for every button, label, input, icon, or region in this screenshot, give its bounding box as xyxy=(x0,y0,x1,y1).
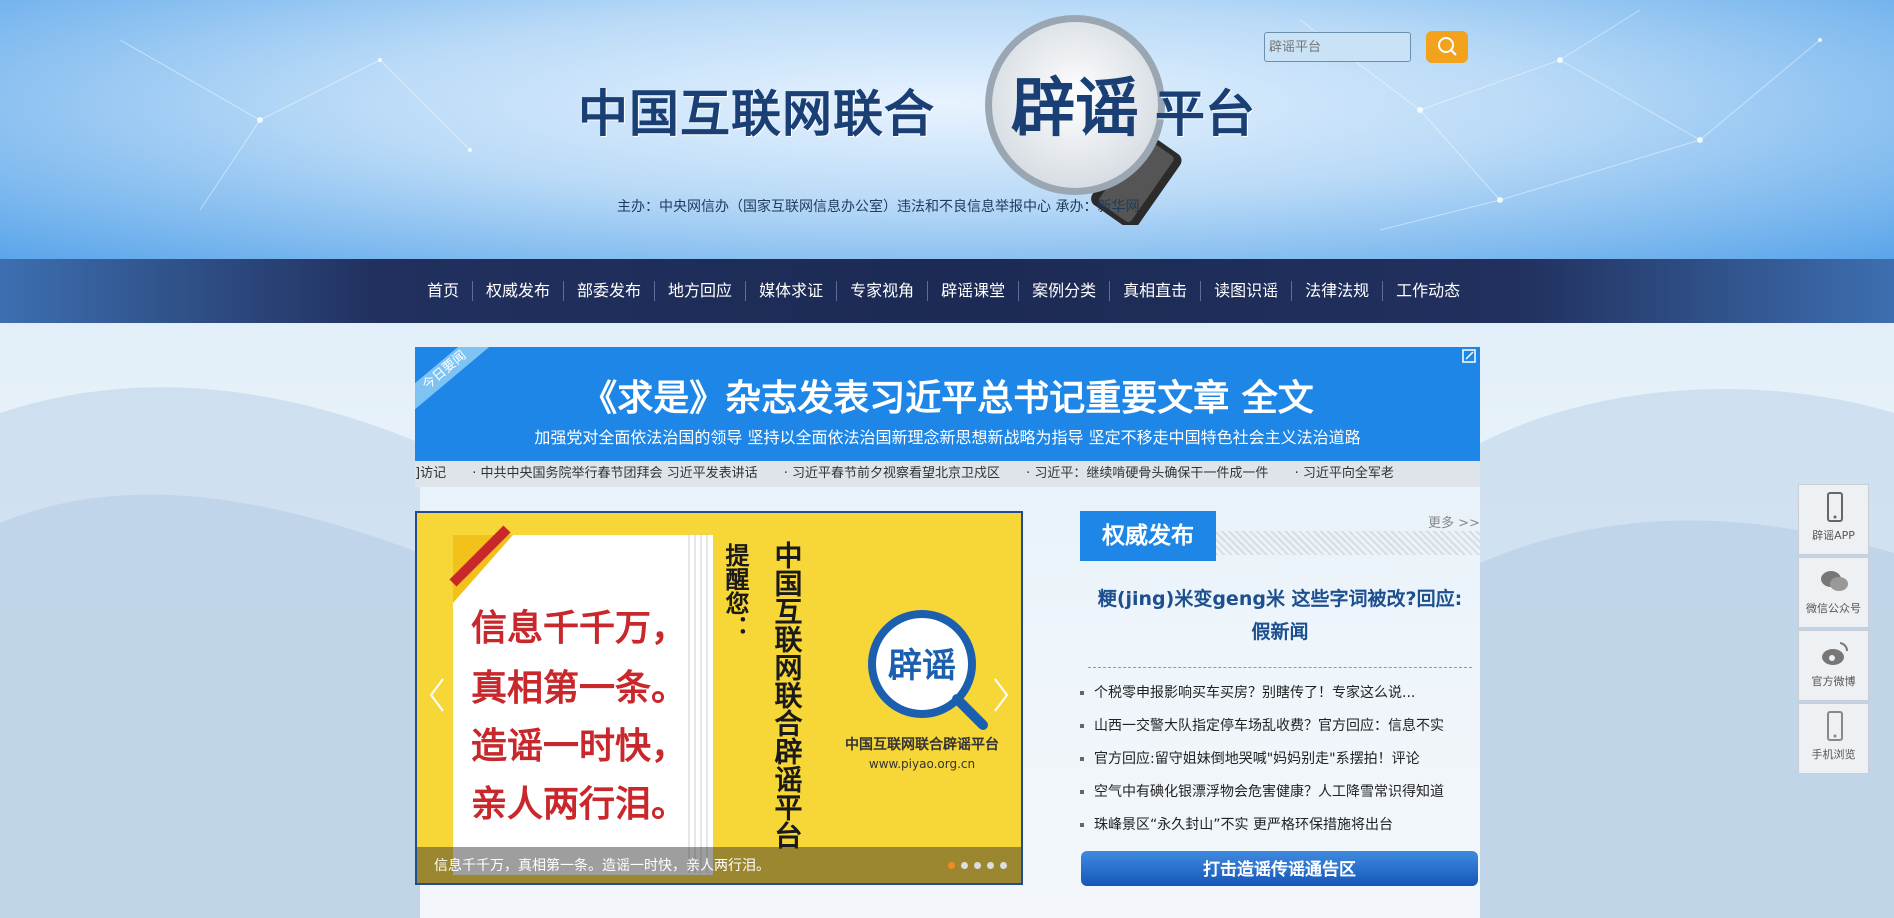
authority-tab[interactable]: 权威发布 xyxy=(1080,511,1216,561)
image-slider[interactable]: 信息千千万， 真相第一条。 造谣一时快， 亲人两行泪。 提醒您： 中国互联网联合… xyxy=(415,511,1023,885)
divider xyxy=(1088,667,1472,668)
network-background xyxy=(119,9,1822,231)
news-list: 个税零申报影响买车买房？别瞎传了！专家这么说... 山西一交警大队指定停车场乱收… xyxy=(1080,682,1480,847)
weibo-icon xyxy=(1821,642,1848,665)
phone-icon xyxy=(1826,492,1843,522)
side-tool-label: 官方微博 xyxy=(1811,675,1856,688)
nav-item-experts[interactable]: 专家视角 xyxy=(837,281,929,301)
poster-line: 造谣一时快， xyxy=(471,726,687,767)
logo-text-mid: 辟谣 xyxy=(1011,72,1139,146)
mobile-icon xyxy=(1826,711,1843,741)
ticker-item[interactable]: · 习近平春节前夕视察看望北京卫戍区 xyxy=(784,466,1000,481)
slider-next-arrow-icon[interactable] xyxy=(989,673,1013,717)
slider-dot[interactable] xyxy=(1000,862,1007,869)
list-item[interactable]: 珠峰景区“永久封山”不实 更严格环保措施将出台 xyxy=(1080,814,1480,847)
poster-line: 亲人两行泪。 xyxy=(471,784,687,825)
poster-line: 信息千千万， xyxy=(471,608,687,649)
feature-headline[interactable]: 粳(jing)米变geng米 这些字词被改?回应: 假新闻 xyxy=(1088,583,1472,649)
poster-line: 真相第一条。 xyxy=(471,668,687,709)
news-ticker: ]访记 · 中共中央国务院举行春节团拜会 习近平发表讲话 · 习近平春节前夕视察… xyxy=(415,461,1480,487)
nav-item-local[interactable]: 地方回应 xyxy=(655,281,747,301)
headline-title[interactable]: 《求是》杂志发表习近平总书记重要文章 全文 xyxy=(415,369,1480,421)
nav-item-law[interactable]: 法律法规 xyxy=(1292,281,1384,301)
slider-prev-arrow-icon[interactable] xyxy=(425,673,449,717)
nav-item-work[interactable]: 工作动态 xyxy=(1383,281,1473,301)
side-tool-wechat[interactable]: 微信公众号 xyxy=(1798,557,1869,628)
logo-text-right: 平台 xyxy=(1155,85,1255,143)
side-tool-app[interactable]: 辟谣APP xyxy=(1798,484,1869,555)
slider-dots xyxy=(948,862,1007,869)
slider-dot[interactable] xyxy=(987,862,994,869)
ticker-item[interactable]: · 习近平：继续啃硬骨头确保干一件成一件 xyxy=(1026,466,1268,481)
poster-badge-url: www.piyao.org.cn xyxy=(869,757,975,771)
poster-badge-icon: 辟谣 xyxy=(888,646,956,686)
poster-badge-org: 中国互联网联合辟谣平台 xyxy=(845,736,999,753)
slider-dot[interactable] xyxy=(961,862,968,869)
main-nav: 首页 权威发布 部委发布 地方回应 媒体求证 专家视角 辟谣课堂 案例分类 真相… xyxy=(0,259,1894,323)
ticker-item[interactable]: · 习近平向全军老 xyxy=(1295,466,1394,481)
list-item[interactable]: 山西一交警大队指定停车场乱收费？官方回应：信息不实 xyxy=(1080,715,1480,748)
ticker-item[interactable]: ]访记 xyxy=(415,466,446,481)
slider-caption-bar: 信息千千万，真相第一条。造谣一时快，亲人两行泪。 xyxy=(417,847,1021,883)
poster-reminder: 提醒您： xyxy=(721,543,749,639)
list-item[interactable]: 空气中有碘化银漂浮物会危害健康？人工降雪常识得知道 xyxy=(1080,781,1480,814)
search-input[interactable] xyxy=(1264,32,1411,62)
search-button[interactable] xyxy=(1426,31,1468,63)
nav-item-ministries[interactable]: 部委发布 xyxy=(564,281,656,301)
authority-section-header: 权威发布 xyxy=(1080,511,1480,561)
slider-caption[interactable]: 信息千千万，真相第一条。造谣一时快，亲人两行泪。 xyxy=(434,855,770,875)
side-tool-label: 微信公众号 xyxy=(1806,602,1861,615)
list-item[interactable]: 个税零申报影响买车买房？别瞎传了！专家这么说... xyxy=(1080,682,1480,715)
nav-item-cases[interactable]: 案例分类 xyxy=(1019,281,1111,301)
nav-item-classroom[interactable]: 辟谣课堂 xyxy=(928,281,1020,301)
side-tool-label: 辟谣APP xyxy=(1812,529,1855,542)
slider-dot[interactable] xyxy=(974,862,981,869)
search-icon xyxy=(1438,36,1457,56)
more-link[interactable]: 更多 >> xyxy=(1428,512,1480,531)
wechat-icon xyxy=(1820,571,1848,591)
expand-icon[interactable] xyxy=(1462,349,1476,363)
nav-item-authority[interactable]: 权威发布 xyxy=(473,281,565,301)
logo-text-left: 中国互联网联合 xyxy=(578,85,935,143)
nav-item-media[interactable]: 媒体求证 xyxy=(746,281,838,301)
ticker-item[interactable]: · 中共中央国务院举行春节团拜会 习近平发表讲话 xyxy=(472,466,757,481)
section-stripes xyxy=(1216,531,1480,555)
slider-dot[interactable] xyxy=(948,862,955,869)
nav-item-pictures[interactable]: 读图识谣 xyxy=(1201,281,1293,301)
site-header: 中国互联网联合 辟谣 平台 主办：中央网信办（国家互联网信息办公室）违法和不良信… xyxy=(0,0,1894,259)
nav-item-truth[interactable]: 真相直击 xyxy=(1110,281,1202,301)
slide-poster: 信息千千万， 真相第一条。 造谣一时快， 亲人两行泪。 提醒您： 中国互联网联合… xyxy=(449,525,999,875)
side-tool-mobile[interactable]: 手机浏览 xyxy=(1798,703,1869,774)
poster-vertical-org: 中国互联网联合辟谣平台 xyxy=(771,541,804,849)
headline-banner[interactable]: 今日要闻 《求是》杂志发表习近平总书记重要文章 全文 加强党对全面依法治国的领导… xyxy=(415,347,1480,461)
side-tool-label: 手机浏览 xyxy=(1811,748,1856,761)
list-item[interactable]: 官方回应:留守姐妹倒地哭喊"妈妈别走"系摆拍！评论 xyxy=(1080,748,1480,781)
nav-item-home[interactable]: 首页 xyxy=(414,281,474,301)
side-tool-weibo[interactable]: 官方微博 xyxy=(1798,630,1869,701)
headline-subtitle: 加强党对全面依法治国的领导 坚持以全面依法治国新理念新思想新战略为指导 坚定不移… xyxy=(534,428,1361,447)
rumor-notice-button[interactable]: 打击造谣传谣通告区 xyxy=(1081,851,1478,886)
sponsor-line: 主办：中央网信办（国家互联网信息办公室）违法和不良信息举报中心 承办：新华网 xyxy=(617,199,1140,215)
